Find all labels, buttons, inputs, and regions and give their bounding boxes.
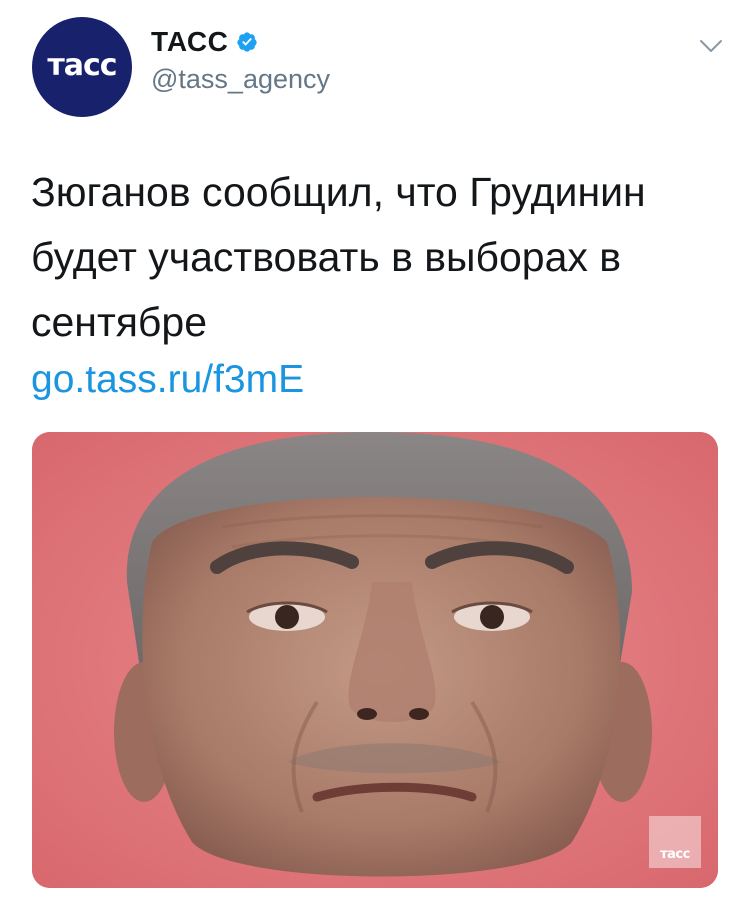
tweet-link[interactable]: go.tass.ru/f3mE <box>31 352 304 408</box>
chevron-down-icon[interactable] <box>699 36 723 56</box>
author-name-row[interactable]: ТАСС <box>151 26 258 58</box>
verified-badge-icon <box>237 32 257 52</box>
avatar-logo-text: тасс <box>47 47 117 83</box>
tweet-photo[interactable]: тасс <box>32 432 718 888</box>
tweet-text: Зюганов сообщил, что Грудинин будет учас… <box>31 169 646 345</box>
watermark-text: тасс <box>660 847 690 862</box>
portrait-image <box>32 432 718 888</box>
tweet-card: тасс ТАСС @tass_agency Зюганов сообщил, … <box>0 0 749 899</box>
avatar[interactable]: тасс <box>32 17 132 117</box>
user-handle[interactable]: @tass_agency <box>151 64 330 95</box>
display-name[interactable]: ТАСС <box>151 26 228 58</box>
tass-watermark: тасс <box>649 816 701 868</box>
